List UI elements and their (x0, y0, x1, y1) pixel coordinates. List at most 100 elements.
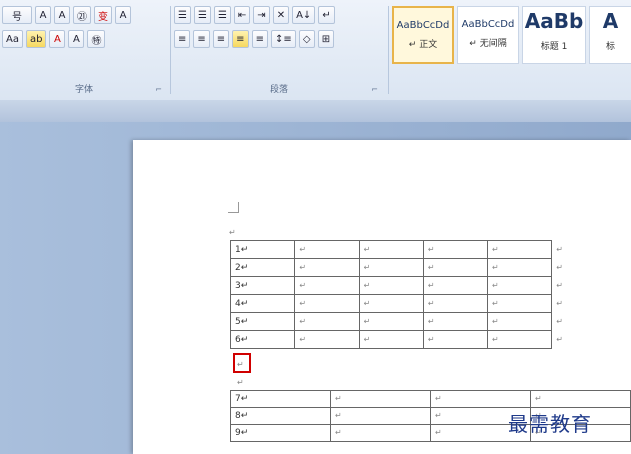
table-cell[interactable]: 6↵ (229, 330, 296, 349)
table-cell[interactable]: ↵ (487, 312, 553, 331)
cell-text: ↵ (427, 316, 435, 326)
row-end-text: ↵ (556, 316, 563, 326)
table-cell[interactable]: ↵ (422, 240, 489, 259)
table-cell[interactable]: ↵ (422, 330, 489, 349)
table-cell[interactable]: ↵ (294, 276, 360, 295)
table-cell[interactable]: 9↵ (230, 424, 331, 442)
char-shading-button[interactable]: A (68, 30, 85, 48)
grow-font-button[interactable]: A (35, 6, 51, 24)
change-case-button[interactable]: Aa (2, 30, 23, 48)
table-cell[interactable]: ↵ (294, 258, 360, 277)
align-right-button[interactable]: ≡ (212, 30, 230, 48)
table-cell[interactable]: ↵ (487, 294, 553, 313)
cell-text: ↵ (363, 280, 371, 290)
document-page[interactable]: ↵ 1↵ ↵ ↵ ↵ ↵ ↵ 2↵ ↵ ↵ ↵ ↵ ↵ 3↵ ↵ ↵ ↵ ↵ ↵ 4↵ ↵ ↵ ↵ ↵ ↵ 5↵ ↵ ↵ ↵ ↵ ↵ 6↵ ↵… (133, 140, 631, 454)
cell-text: ↵ (299, 316, 307, 326)
cell-text: ↵ (427, 244, 435, 254)
cell-text: ↵ (363, 244, 371, 254)
line-spacing-button[interactable]: ↕≡ (270, 30, 296, 48)
highlight-color-button[interactable]: ab (25, 30, 47, 48)
table-cell[interactable]: ↵ (294, 294, 360, 313)
decrease-indent-button[interactable]: ⇤ (233, 6, 251, 24)
cell-text: 8↵ (235, 411, 249, 421)
multilevel-list-button[interactable]: ☰ (213, 6, 231, 24)
ruler-band (0, 100, 631, 122)
chinese-layout-button[interactable]: ✕ (272, 6, 290, 24)
paragraph-mark: ↵ (237, 378, 244, 387)
table-cell[interactable]: ↵ (487, 276, 553, 295)
bullets-button[interactable]: ☰ (174, 6, 191, 24)
margin-corner-mark (228, 202, 239, 213)
justify-button[interactable]: ≡ (232, 30, 249, 48)
align-center-button[interactable]: ≡ (193, 30, 210, 48)
shrink-font-button[interactable]: A (54, 6, 70, 24)
row-end-text: ↵ (556, 334, 563, 344)
table-cell[interactable]: 4↵ (229, 294, 296, 313)
style-preview: A (602, 9, 619, 33)
font-group: 号 A A ㉑ 变 A Aa ab A A ㊕ 字体 ⌐ (0, 0, 168, 98)
style-heading-2[interactable]: A 标 (589, 6, 631, 64)
cell-text: ↵ (335, 394, 342, 403)
table-cell[interactable]: ↵ (358, 258, 424, 277)
row-end-text: ↵ (556, 244, 563, 254)
font-color-button[interactable]: A (49, 30, 66, 48)
table-cell[interactable]: 8↵ (230, 407, 331, 425)
table-1[interactable]: 1↵ ↵ ↵ ↵ ↵ ↵ 2↵ ↵ ↵ ↵ ↵ ↵ 3↵ ↵ ↵ ↵ ↵ ↵ 4↵ ↵ ↵ ↵ ↵ ↵ 5↵ ↵ ↵ ↵ ↵ ↵ 6↵ ↵ ↵ ↵… (229, 240, 564, 349)
distributed-button[interactable]: ≡ (251, 30, 268, 48)
table-cell[interactable]: 3↵ (229, 276, 296, 295)
style-normal[interactable]: AaBbCcDd ↵ 正文 (392, 6, 454, 64)
table-cell[interactable]: ↵ (487, 330, 553, 349)
table-cell[interactable]: ↵ (422, 312, 489, 331)
cell-text: ↵ (435, 411, 442, 420)
font-dialog-launcher-icon[interactable]: ⌐ (155, 85, 162, 94)
table-row: 3↵ ↵ ↵ ↵ ↵ ↵ (229, 276, 564, 295)
table-cell[interactable]: 2↵ (229, 258, 296, 277)
table-cell[interactable]: ↵ (358, 330, 424, 349)
numbering-button[interactable]: ☰ (193, 6, 211, 24)
table-cell[interactable]: ↵ (294, 330, 360, 349)
borders-button[interactable]: ⊞ (317, 30, 335, 48)
sort-button[interactable]: A↓ (292, 6, 316, 24)
row-end-text: ↵ (556, 298, 563, 308)
table-cell[interactable]: ↵ (330, 424, 431, 442)
increase-indent-button[interactable]: ⇥ (253, 6, 270, 24)
clear-format-button[interactable]: ㉑ (73, 6, 91, 24)
style-heading-1[interactable]: AaBb 标题 1 (522, 6, 586, 64)
cell-text: ↵ (299, 262, 307, 272)
style-preview: AaBbCcDd (461, 19, 515, 30)
table-cell[interactable]: ↵ (330, 407, 431, 425)
table-cell[interactable]: ↵ (487, 258, 553, 277)
cell-text: ↵ (335, 428, 342, 437)
style-name: 标 (605, 42, 615, 52)
table-cell[interactable]: 5↵ (229, 312, 296, 331)
table-cell[interactable]: ↵ (294, 240, 360, 259)
shading-button[interactable]: ◇ (298, 30, 315, 48)
phonetic-guide-button[interactable]: 变 (94, 6, 112, 24)
table-cell[interactable]: ↵ (422, 294, 489, 313)
table-cell[interactable]: ↵ (487, 240, 553, 259)
align-left-button[interactable]: ≡ (174, 30, 191, 48)
paragraph-group-label: 段落 (269, 85, 288, 95)
table-cell[interactable]: ↵ (358, 312, 424, 331)
cell-text: ↵ (535, 394, 542, 403)
table-row: 1↵ ↵ ↵ ↵ ↵ ↵ (229, 240, 564, 259)
font-size-dropdown[interactable]: 号 (2, 6, 32, 24)
paragraph-dialog-launcher-icon[interactable]: ⌐ (371, 85, 378, 94)
table-cell[interactable]: ↵ (294, 312, 360, 331)
char-border-button[interactable]: A (115, 6, 131, 24)
cell-text: 2↵ (235, 262, 249, 273)
table-cell[interactable]: ↵ (530, 390, 631, 408)
table-cell[interactable]: ↵ (358, 276, 424, 295)
table-cell[interactable]: ↵ (422, 258, 489, 277)
table-cell[interactable]: ↵ (430, 390, 531, 408)
show-marks-button[interactable]: ↵ (318, 6, 335, 24)
table-cell[interactable]: ↵ (330, 390, 431, 408)
table-cell[interactable]: ↵ (358, 294, 424, 313)
table-cell[interactable]: ↵ (358, 240, 424, 259)
table-cell[interactable]: 7↵ (230, 390, 331, 408)
cell-text: ↵ (363, 298, 371, 308)
table-cell[interactable]: ↵ (422, 276, 489, 295)
table-cell[interactable]: 1↵ (229, 240, 296, 259)
enclose-char-button[interactable]: ㊕ (87, 30, 106, 48)
style-no-spacing[interactable]: AaBbCcDd ↵ 无间隔 (457, 6, 519, 64)
